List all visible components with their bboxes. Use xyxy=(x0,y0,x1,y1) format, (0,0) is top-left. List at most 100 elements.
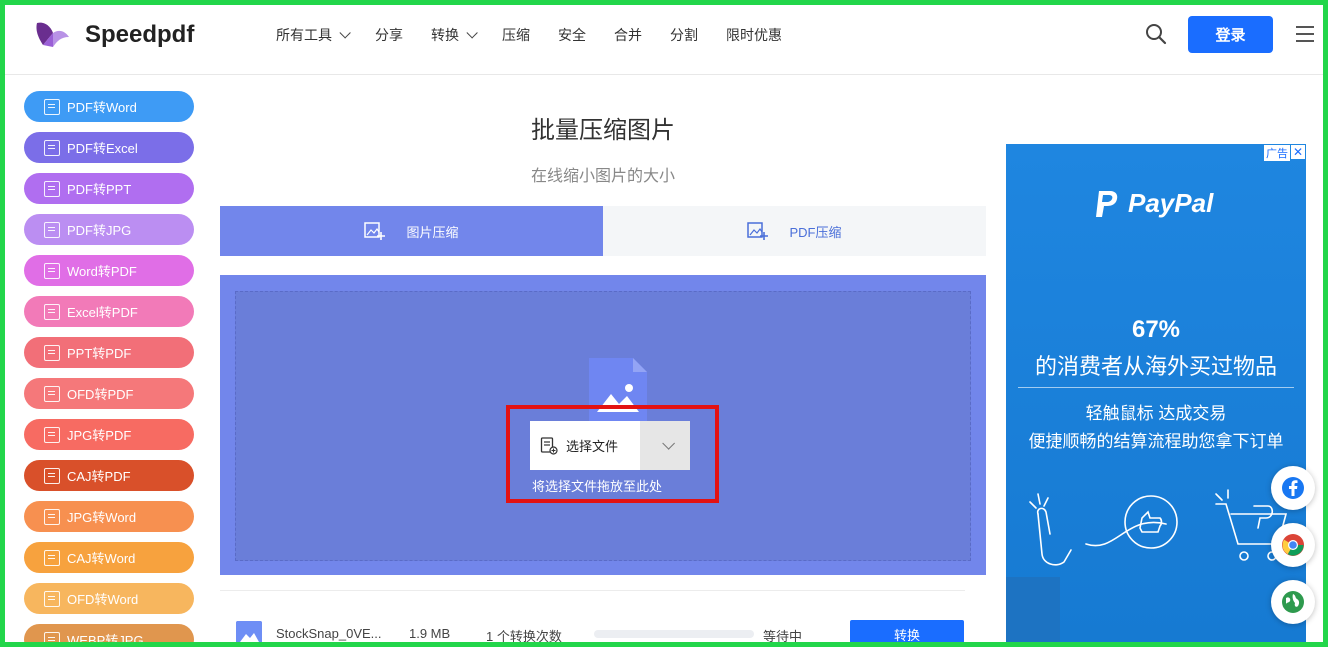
sidebar-tool-label: CAJ转Word xyxy=(67,548,135,567)
sidebar-tool-label: PDF转Word xyxy=(67,97,137,116)
ad-tagline: 轻触鼠标 达成交易 xyxy=(1006,399,1306,424)
chrome-icon xyxy=(1281,533,1305,557)
sidebar-tool-button[interactable]: OFD转Word xyxy=(24,583,194,614)
nav-merge[interactable]: 合并 xyxy=(614,25,642,45)
tab-label: 图片压缩 xyxy=(406,222,458,241)
chevron-down-icon xyxy=(662,437,675,450)
sidebar-tool-button[interactable]: PDF转JPG xyxy=(24,214,194,245)
nav-security[interactable]: 安全 xyxy=(558,25,586,45)
tab-pdf-compress[interactable]: PDF压缩 xyxy=(603,206,986,256)
login-button[interactable]: 登录 xyxy=(1188,16,1273,53)
document-icon xyxy=(44,386,60,402)
facebook-icon xyxy=(1281,476,1305,500)
document-icon xyxy=(44,263,60,279)
sidebar-tool-button[interactable]: PDF转PPT xyxy=(24,173,194,204)
sidebar-tool-button[interactable]: PDF转Word xyxy=(24,91,194,122)
sidebar-tool-button[interactable]: WEBP转JPG xyxy=(24,624,194,647)
sidebar-tool-button[interactable]: JPG转PDF xyxy=(24,419,194,450)
select-source-dropdown[interactable] xyxy=(640,421,690,470)
sidebar-tool-button[interactable]: OFD转PDF xyxy=(24,378,194,409)
sidebar-tool-label: OFD转PDF xyxy=(67,384,133,403)
nav-convert[interactable]: 转换 xyxy=(431,25,474,45)
speedpdf-logo[interactable] xyxy=(31,15,71,55)
nav-all-tools[interactable]: 所有工具 xyxy=(276,25,347,45)
globe-icon xyxy=(1281,590,1305,614)
document-icon xyxy=(44,345,60,361)
sidebar-tool-button[interactable]: CAJ转PDF xyxy=(24,460,194,491)
sidebar-tool-button[interactable]: PPT转PDF xyxy=(24,337,194,368)
page-subtitle: 在线缩小图片的大小 xyxy=(220,162,986,186)
ad-divider xyxy=(1018,387,1294,388)
ad-percentage: 67% xyxy=(1006,316,1306,344)
chrome-share-button[interactable] xyxy=(1271,523,1315,567)
nav-compress[interactable]: 压缩 xyxy=(502,25,530,45)
main-nav: 所有工具 分享 转换 压缩 安全 合并 分割 限时优惠 xyxy=(276,25,810,45)
document-icon xyxy=(44,468,60,484)
document-icon xyxy=(44,632,60,647)
search-icon[interactable] xyxy=(1145,23,1167,45)
conversion-count: 1 个转换次数 xyxy=(486,626,562,645)
brand-name[interactable]: Speedpdf xyxy=(85,21,194,49)
document-icon xyxy=(44,591,60,607)
paypal-wordmark: PayPal xyxy=(1128,188,1213,219)
tab-label: PDF压缩 xyxy=(789,222,841,241)
ad-description: 便捷顺畅的结算流程助您拿下订单 xyxy=(1006,427,1306,452)
select-file-label: 选择文件 xyxy=(566,436,618,455)
sidebar-tool-label: PDF转Excel xyxy=(67,138,138,157)
paypal-logo: PayPal xyxy=(1094,188,1213,219)
site-header: Speedpdf 所有工具 分享 转换 压缩 安全 合并 分割 限时优惠 登录 xyxy=(5,5,1323,75)
ad-headline: 的消费者从海外买过物品 xyxy=(1006,349,1306,381)
chevron-down-icon xyxy=(339,27,350,38)
image-add-icon xyxy=(747,220,769,242)
sidebar-tool-button[interactable]: Excel转PDF xyxy=(24,296,194,327)
sidebar-tool-button[interactable]: PDF转Excel xyxy=(24,132,194,163)
sidebar-tool-label: WEBP转JPG xyxy=(67,630,144,647)
document-icon xyxy=(44,427,60,443)
select-file-button[interactable]: 选择文件 xyxy=(530,421,640,470)
image-add-icon xyxy=(364,220,386,242)
ad-illustration xyxy=(1016,484,1296,574)
hamburger-menu-icon[interactable] xyxy=(1296,26,1314,42)
sidebar-tool-label: CAJ转PDF xyxy=(67,466,131,485)
page-title: 批量压缩图片 xyxy=(220,110,986,145)
sidebar-tool-label: OFD转Word xyxy=(67,589,138,608)
sidebar-tool-label: PDF转JPG xyxy=(67,220,131,239)
tab-image-compress[interactable]: 图片压缩 xyxy=(220,206,603,256)
document-icon xyxy=(44,550,60,566)
sidebar-tool-label: JPG转Word xyxy=(67,507,136,526)
document-icon xyxy=(44,140,60,156)
convert-button[interactable]: 转换 xyxy=(850,620,964,647)
file-name: StockSnap_0VE... xyxy=(276,626,382,641)
compress-tabs: 图片压缩 PDF压缩 xyxy=(220,206,986,256)
nav-promo[interactable]: 限时优惠 xyxy=(726,25,782,45)
ad-corner xyxy=(1006,577,1060,647)
document-icon xyxy=(44,181,60,197)
sidebar-tool-button[interactable]: CAJ转Word xyxy=(24,542,194,573)
facebook-share-button[interactable] xyxy=(1271,466,1315,510)
document-icon xyxy=(44,99,60,115)
document-icon xyxy=(44,304,60,320)
sidebar-tool-label: Excel转PDF xyxy=(67,302,138,321)
ad-label[interactable]: 广告 xyxy=(1264,145,1290,161)
document-icon xyxy=(44,222,60,238)
tool-sidebar: PDF转Word PDF转Excel PDF转PPT PDF转JPG Word转PDF E… xyxy=(24,91,194,647)
sidebar-tool-label: JPG转PDF xyxy=(67,425,131,444)
file-size: 1.9 MB xyxy=(409,626,450,641)
progress-bar xyxy=(594,630,754,638)
drop-hint: 将选择文件拖放至此处 xyxy=(532,476,662,495)
globe-share-button[interactable] xyxy=(1271,580,1315,624)
sidebar-tool-button[interactable]: Word转PDF xyxy=(24,255,194,286)
paypal-ad[interactable]: 广告 ✕ PayPal 67% 的消费者从海外买过物品 轻触鼠标 达成交易 便捷… xyxy=(1006,144,1306,647)
ad-close-icon[interactable]: ✕ xyxy=(1291,145,1305,159)
nav-split[interactable]: 分割 xyxy=(670,25,698,45)
file-add-icon xyxy=(540,437,558,455)
sidebar-tool-label: PPT转PDF xyxy=(67,343,131,362)
sidebar-tool-label: PDF转PPT xyxy=(67,179,131,198)
paypal-icon xyxy=(1094,189,1120,219)
nav-share[interactable]: 分享 xyxy=(375,25,403,45)
file-status: 等待中 xyxy=(763,626,802,645)
chevron-down-icon xyxy=(466,27,477,38)
document-icon xyxy=(44,509,60,525)
image-file-icon xyxy=(236,621,262,647)
sidebar-tool-button[interactable]: JPG转Word xyxy=(24,501,194,532)
